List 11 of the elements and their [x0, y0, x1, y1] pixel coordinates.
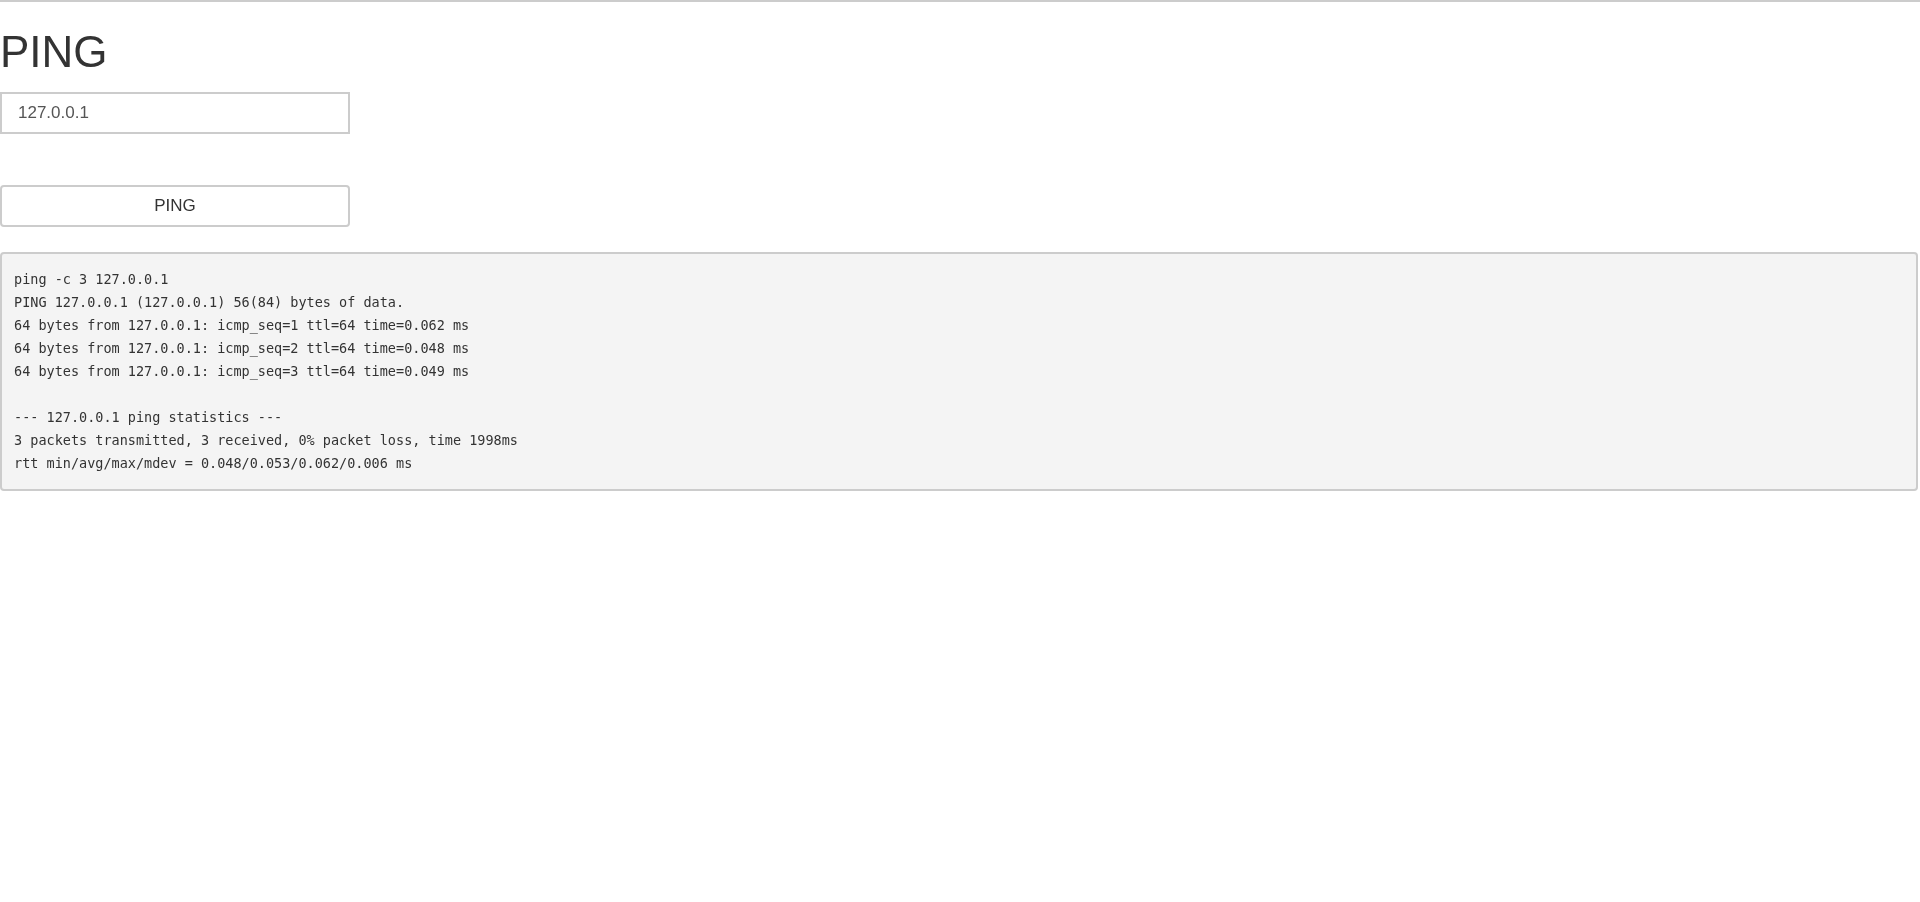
page-title: PING	[0, 30, 108, 74]
output-line: --- 127.0.0.1 ping statistics ---	[14, 408, 283, 427]
output-line: 64 bytes from 127.0.0.1: icmp_seq=1 ttl=64 time=0.062 ms	[14, 316, 470, 336]
output-line: ping -c 3 127.0.0.1	[14, 270, 169, 289]
output-line: PING 127.0.0.1 (127.0.0.1) 56(84) bytes of data.	[14, 293, 405, 312]
output-line: 64 bytes from 127.0.0.1: icmp_seq=2 ttl=64 time=0.048 ms	[14, 339, 470, 359]
host-input-field[interactable]: 127.0.0.1	[0, 92, 350, 134]
output-line: rtt min/avg/max/mdev = 0.048/0.053/0.062/0.006 ms	[14, 454, 413, 473]
ping-button[interactable]: PING	[0, 185, 350, 227]
output-line: 64 bytes from 127.0.0.1: icmp_seq=3 ttl=64 time=0.049 ms	[14, 362, 470, 382]
output-line: 3 packets transmitted, 3 received, 0% packet loss, time 1998ms	[14, 431, 518, 450]
